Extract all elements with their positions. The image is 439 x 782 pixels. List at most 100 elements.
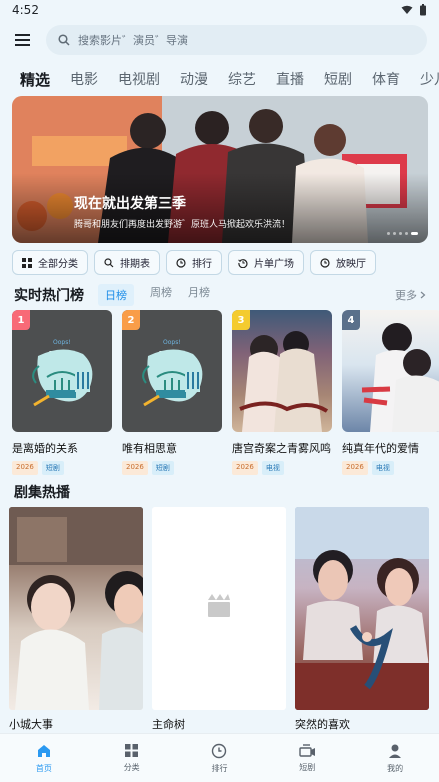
- tab-sports[interactable]: 体育: [372, 69, 400, 89]
- ranking-tabs: 日榜 周榜 月榜: [98, 284, 210, 306]
- status-bar: 4:52: [0, 0, 439, 20]
- year-tag: 2026: [12, 461, 38, 475]
- ranking-title: 是离婚的关系: [12, 442, 78, 455]
- search-input[interactable]: 搜索影片゛演员゛导演: [46, 25, 427, 55]
- ranking-section-header: 实时热门榜 日榜 周榜 月榜 更多: [14, 284, 426, 306]
- drama-title: 小城大事: [9, 718, 53, 731]
- banner-dot: [393, 232, 396, 235]
- drama-list: 小城大事 主命树 突然的喜欢: [9, 507, 429, 732]
- ranking-card[interactable]: Oops! 404 2 唯有相思意 2026 短剧: [122, 310, 222, 475]
- category-tabs: 精选 电影 电视剧 动漫 综艺 直播 短剧 体育 少儿: [0, 60, 439, 98]
- banner-dot-active: [411, 232, 418, 235]
- tab-daily[interactable]: 日榜: [98, 284, 134, 306]
- year-tag: 2026: [232, 461, 258, 475]
- quick-action-label: 片单广场: [254, 259, 294, 270]
- ranking-button[interactable]: 排行: [166, 250, 222, 275]
- drama-card[interactable]: 突然的喜欢: [295, 507, 429, 732]
- nav-label: 短剧: [299, 763, 316, 772]
- ranking-tags: 2026 电视: [232, 461, 332, 475]
- ranking-card[interactable]: 3 唐宫奇案之青雾风鸣 2026 电视: [232, 310, 332, 475]
- tab-featured[interactable]: 精选: [20, 69, 50, 90]
- tab-weekly[interactable]: 周榜: [150, 284, 172, 306]
- battery-icon: [420, 4, 426, 16]
- playlist-plaza-button[interactable]: 片单广场: [228, 250, 304, 275]
- tab-short-drama[interactable]: 短剧: [324, 69, 352, 89]
- drama-poster-art: [9, 507, 143, 710]
- ranking-tags: 2026 电视: [342, 461, 439, 475]
- nav-label: 分类: [123, 763, 140, 772]
- tab-kids[interactable]: 少儿: [420, 69, 439, 89]
- profile-icon: [389, 744, 402, 758]
- search-icon: [104, 257, 114, 267]
- chevron-right-icon: [420, 291, 426, 299]
- drama-poster-art: [295, 507, 429, 710]
- nav-categories[interactable]: 分类: [88, 734, 176, 782]
- year-tag: 2026: [342, 461, 368, 475]
- banner-dot: [405, 232, 408, 235]
- clock-icon: [320, 257, 330, 268]
- tab-movies[interactable]: 电影: [70, 69, 98, 89]
- home-icon: [37, 744, 50, 757]
- drama-card[interactable]: 主命树: [152, 507, 286, 732]
- tab-live[interactable]: 直播: [276, 69, 304, 89]
- rank-badge: 4: [342, 310, 360, 330]
- type-tag: 电视: [371, 461, 394, 475]
- search-icon: [58, 34, 70, 46]
- featured-banner[interactable]: 现在就出发第三季 腾哥和朋友们再度出发野游゛原班人马掀起欢乐洪流！: [12, 96, 428, 243]
- drama-card[interactable]: 小城大事: [9, 507, 143, 732]
- bottom-navigation: 首页 分类 排行 短剧 我的: [0, 733, 439, 782]
- tab-monthly[interactable]: 月榜: [188, 284, 210, 306]
- all-categories-button[interactable]: 全部分类: [12, 250, 88, 275]
- ranking-title: 唐宫奇案之青雾风鸣: [232, 442, 331, 455]
- quick-action-label: 排行: [192, 259, 212, 270]
- poster-placeholder: Oops! 404 2: [122, 310, 222, 432]
- ranking-card[interactable]: Oops! 404 1 是离婚的关系 2026 短剧: [12, 310, 112, 475]
- ranking-icon: [212, 743, 227, 758]
- type-tag: 短剧: [41, 461, 64, 475]
- tab-variety[interactable]: 综艺: [228, 69, 256, 89]
- wifi-icon: [401, 5, 413, 14]
- tab-anime[interactable]: 动漫: [180, 69, 208, 89]
- ranking-card[interactable]: 4 纯真年代的爱情 2026 电视: [342, 310, 439, 475]
- nav-home[interactable]: 首页: [0, 734, 88, 782]
- banner-title: 现在就出发第三季: [74, 196, 186, 212]
- tab-tv-series[interactable]: 电视剧: [118, 69, 160, 89]
- banner-pagination: [387, 232, 418, 235]
- schedule-button[interactable]: 排期表: [94, 250, 160, 275]
- grid-icon: [22, 257, 32, 268]
- status-time: 4:52: [12, 3, 39, 17]
- poster-image: 3: [232, 310, 332, 432]
- nav-label: 我的: [387, 763, 404, 773]
- nav-short-drama[interactable]: 短剧: [263, 734, 351, 782]
- screening-hall-button[interactable]: 放映厅: [310, 250, 376, 275]
- clock-icon: [176, 257, 186, 268]
- placeholder-brand-text: Oops!: [53, 339, 71, 346]
- nav-label: 排行: [211, 763, 228, 773]
- more-label: 更多: [395, 289, 417, 302]
- menu-button[interactable]: [12, 30, 32, 50]
- nav-label: 首页: [35, 763, 52, 773]
- drama-section-header: 剧集热播: [14, 482, 70, 502]
- drama-poster: [295, 507, 429, 710]
- hot-ranking-list: Oops! 404 1 是离婚的关系 2026 短剧 Oops! 404: [12, 310, 439, 475]
- banner-dot: [399, 232, 402, 235]
- quick-action-label: 全部分类: [38, 259, 78, 270]
- poster-placeholder: Oops! 404 1: [12, 310, 112, 432]
- drama-title: 主命树: [152, 718, 185, 731]
- more-link[interactable]: 更多: [395, 287, 426, 303]
- placeholder-brand-text: Oops!: [163, 339, 181, 346]
- top-bar: 搜索影片゛演员゛导演: [0, 20, 439, 60]
- ranking-section-title: 实时热门榜: [14, 288, 84, 304]
- rank-badge: 3: [232, 310, 250, 330]
- menu-icon: [14, 34, 30, 46]
- drama-title: 突然的喜欢: [295, 718, 350, 731]
- nav-ranking[interactable]: 排行: [176, 734, 264, 782]
- nav-profile[interactable]: 我的: [351, 734, 439, 782]
- quick-action-label: 放映厅: [336, 259, 366, 270]
- drama-poster: [9, 507, 143, 710]
- drama-section-title: 剧集热播: [14, 485, 70, 501]
- rank-badge: 1: [12, 310, 30, 330]
- ranking-tags: 2026 短剧: [122, 461, 222, 475]
- status-icons: [401, 4, 427, 16]
- year-tag: 2026: [122, 461, 148, 475]
